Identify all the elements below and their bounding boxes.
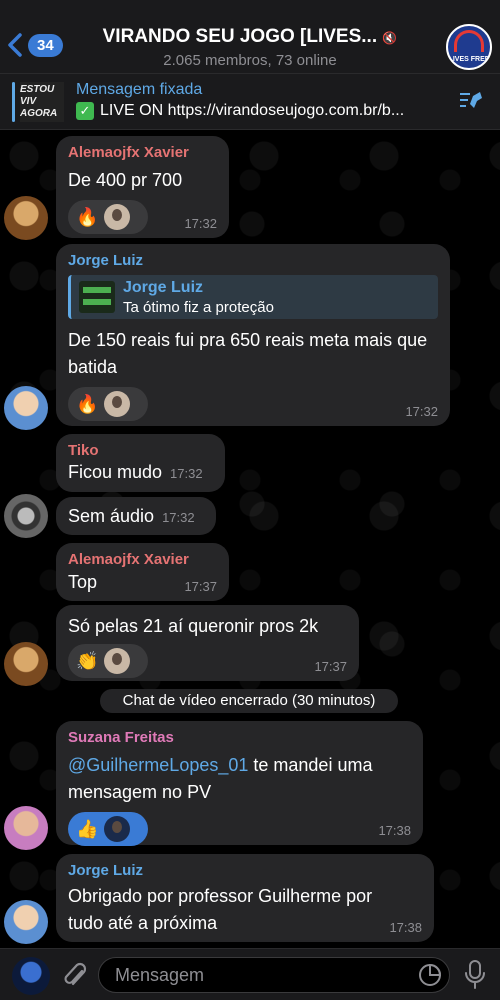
chevron-left-icon bbox=[8, 33, 22, 57]
message-text: @GuilhermeLopes_01 te mandei uma mensage… bbox=[68, 752, 411, 806]
reactor-avatar bbox=[104, 391, 131, 417]
unread-count-badge: 34 bbox=[28, 33, 63, 57]
mention-link[interactable]: @GuilhermeLopes_01 bbox=[68, 755, 248, 775]
sender-name[interactable]: Alemaojfx Xavier bbox=[68, 144, 217, 161]
sender-name[interactable]: Suzana Freitas bbox=[68, 729, 411, 746]
message-bubble[interactable]: Só pelas 21 aí queronir pros 2k 👏 17:37 bbox=[56, 605, 359, 681]
microphone-icon[interactable] bbox=[462, 959, 488, 991]
reactor-avatar bbox=[104, 204, 131, 230]
message-time: 17:37 bbox=[314, 659, 347, 674]
reply-sender: Jorge Luiz bbox=[123, 279, 204, 296]
sender-name[interactable]: Jorge Luiz bbox=[68, 252, 438, 269]
reaction-pill[interactable]: 👏 bbox=[68, 644, 148, 678]
fire-emoji: 🔥 bbox=[76, 206, 99, 227]
message-text: Só pelas 21 aí queronir pros 2k bbox=[68, 616, 319, 636]
fire-emoji: 🔥 bbox=[76, 393, 99, 414]
sender-name[interactable]: Tiko bbox=[68, 442, 213, 459]
message-bubble[interactable]: Alemaojfx Xavier Top 17:37 bbox=[56, 543, 229, 601]
avatar[interactable] bbox=[4, 642, 48, 686]
clap-emoji: 👏 bbox=[76, 650, 99, 671]
pinned-text: ✓ LIVE ON https://virandoseujogo.com.br/b… bbox=[76, 102, 456, 120]
reply-text: Ta ótimo fiz a proteção bbox=[123, 299, 274, 316]
avatar[interactable] bbox=[4, 196, 48, 240]
message-bubble[interactable]: Suzana Freitas @GuilhermeLopes_01 te man… bbox=[56, 721, 423, 846]
paperclip-icon[interactable] bbox=[62, 961, 90, 991]
composer-bar: Mensagem bbox=[0, 948, 500, 1000]
message-time: 17:38 bbox=[378, 823, 411, 838]
logo-ring-icon bbox=[454, 30, 484, 52]
sender-name[interactable]: Alemaojfx Xavier bbox=[68, 551, 217, 568]
send-as-avatar[interactable] bbox=[12, 957, 50, 995]
avatar[interactable] bbox=[4, 386, 48, 430]
pinned-message-bar[interactable]: ESTOU VIV AGORA Mensagem fixada ✓ LIVE ON… bbox=[0, 74, 500, 130]
reactor-avatar bbox=[104, 816, 131, 842]
chat-title-area[interactable]: VIRANDO SEU JOGO [LIVES... 🔇 2.065 membr… bbox=[90, 26, 410, 69]
pinned-text-value: LIVE ON https://virandoseujogo.com.br/b.… bbox=[100, 102, 405, 119]
pinned-indicator bbox=[12, 82, 15, 122]
reply-thumbnail bbox=[79, 281, 115, 313]
message-time: 17:38 bbox=[389, 920, 422, 935]
group-avatar[interactable]: LIVES FREE bbox=[446, 24, 492, 70]
message-text: Sem áudio 17:32 bbox=[68, 503, 204, 531]
avatar[interactable] bbox=[4, 900, 48, 944]
chat-header: 34 VIRANDO SEU JOGO [LIVES... 🔇 2.065 me… bbox=[0, 0, 500, 74]
reaction-pill[interactable]: 👍 bbox=[68, 812, 148, 846]
message-text: Ficou mudo 17:32 bbox=[68, 461, 213, 485]
back-button[interactable]: 34 bbox=[6, 32, 63, 58]
message-time: 17:32 bbox=[184, 216, 217, 231]
message-time: 17:32 bbox=[405, 404, 438, 419]
reply-quote[interactable]: Jorge Luiz Ta ótimo fiz a proteção bbox=[68, 275, 438, 319]
reaction-pill[interactable]: 🔥 bbox=[68, 200, 148, 234]
message-input[interactable]: Mensagem bbox=[98, 957, 450, 993]
message-bubble[interactable]: Jorge Luiz Obrigado por professor Guilhe… bbox=[56, 854, 434, 942]
message-text: Obrigado por professor Guilherme por tud… bbox=[68, 886, 373, 933]
sticker-icon[interactable] bbox=[418, 963, 442, 987]
system-message: Chat de vídeo encerrado (30 minutos) bbox=[100, 689, 398, 713]
message-time: 17:32 bbox=[170, 466, 203, 481]
message-text-value: Sem áudio bbox=[68, 506, 155, 526]
message-bubble[interactable]: Alemaojfx Xavier De 400 pr 700 🔥 17:32 bbox=[56, 136, 229, 238]
message-text-value: Ficou mudo bbox=[68, 462, 163, 482]
reactor-avatar bbox=[104, 648, 131, 674]
message-bubble[interactable]: Sem áudio 17:32 bbox=[56, 497, 216, 535]
message-bubble[interactable]: Jorge Luiz Jorge Luiz Ta ótimo fiz a pro… bbox=[56, 244, 450, 426]
pinned-title: Mensagem fixada bbox=[76, 81, 203, 98]
message-bubble[interactable]: Tiko Ficou mudo 17:32 bbox=[56, 434, 225, 492]
message-text: De 150 reais fui pra 650 reais meta mais… bbox=[68, 330, 428, 377]
message-time: 17:32 bbox=[162, 510, 195, 525]
avatar[interactable] bbox=[4, 494, 48, 538]
message-text: De 400 pr 700 bbox=[68, 170, 183, 190]
chat-subtitle: 2.065 membros, 73 online bbox=[163, 52, 337, 69]
group-avatar-label: LIVES FREE bbox=[448, 56, 490, 63]
pinned-thumbnail: ESTOU VIV AGORA bbox=[20, 82, 64, 122]
chat-title: VIRANDO SEU JOGO [LIVES... 🔇 bbox=[90, 26, 410, 48]
check-icon: ✓ bbox=[76, 102, 94, 120]
mute-icon: 🔇 bbox=[382, 31, 398, 45]
avatar[interactable] bbox=[4, 806, 48, 850]
sender-name[interactable]: Jorge Luiz bbox=[68, 862, 422, 879]
chat-title-text: VIRANDO SEU JOGO [LIVES... bbox=[102, 26, 378, 47]
reaction-pill[interactable]: 🔥 bbox=[68, 387, 148, 421]
pin-list-icon[interactable] bbox=[458, 90, 484, 114]
message-time: 17:37 bbox=[184, 579, 217, 594]
thumbs-up-emoji: 👍 bbox=[76, 818, 99, 839]
